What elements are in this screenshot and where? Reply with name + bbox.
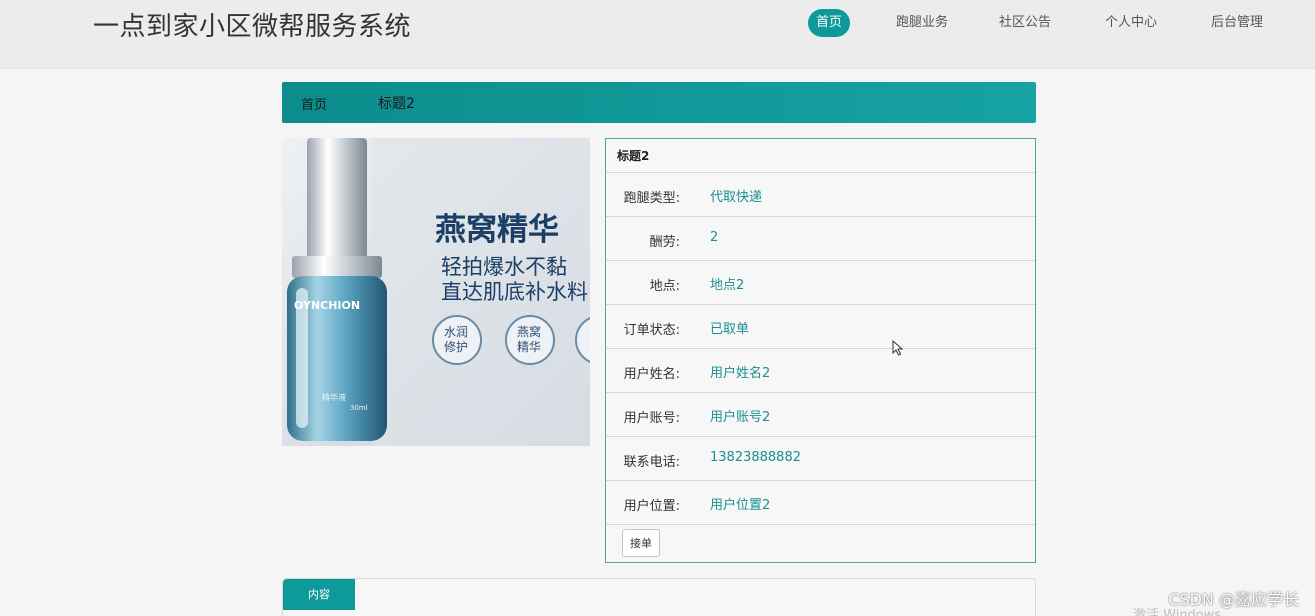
detail-row-order-status: 订单状态: 已取单 bbox=[606, 305, 1035, 349]
row-value: 用户姓名2 bbox=[710, 366, 771, 381]
serum-bottle-illustration: OYNCHION 精华液 30ml 燕窝精华 轻拍爆水不黏 直达肌底补水料 水润… bbox=[282, 138, 590, 446]
row-value: 用户账号2 bbox=[710, 410, 771, 425]
bottle-brand: OYNCHION bbox=[294, 299, 360, 312]
row-label: 联系电话: bbox=[623, 455, 680, 470]
accept-order-button[interactable]: 接单 bbox=[622, 529, 660, 557]
site-title: 一点到家小区微帮服务系统 bbox=[93, 12, 412, 42]
windows-activation-notice: 激活 Windows bbox=[1133, 608, 1222, 616]
row-label: 用户姓名: bbox=[623, 367, 680, 382]
mouse-cursor-icon bbox=[892, 340, 904, 356]
nav-item-personal-center[interactable]: 个人中心 bbox=[1105, 9, 1157, 37]
detail-row-user-location: 用户位置: 用户位置2 bbox=[606, 481, 1035, 525]
tab-content[interactable]: 内容 bbox=[283, 579, 355, 610]
row-label: 酬劳: bbox=[649, 235, 680, 250]
ad-line-2: 直达肌底补水料 bbox=[441, 280, 588, 304]
badge-1-line-1: 水润 bbox=[444, 325, 468, 339]
detail-row-errand-type: 跑腿类型: 代取快递 bbox=[606, 173, 1035, 217]
breadcrumb: 首页 标题2 bbox=[282, 82, 1036, 123]
row-value: 地点2 bbox=[710, 278, 745, 293]
badge-1-line-2: 修护 bbox=[444, 339, 468, 354]
row-label: 地点: bbox=[649, 279, 680, 294]
badge-2-line-1: 燕窝 bbox=[517, 324, 541, 339]
badge-2-line-2: 精华 bbox=[517, 340, 541, 354]
product-image: OYNCHION 精华液 30ml 燕窝精华 轻拍爆水不黏 直达肌底补水料 水润… bbox=[282, 138, 590, 446]
ad-line-1: 轻拍爆水不黏 bbox=[441, 255, 567, 279]
nav-item-home[interactable]: 首页 bbox=[807, 9, 850, 37]
row-value: 用户位置2 bbox=[710, 498, 771, 513]
row-label: 用户位置: bbox=[623, 499, 680, 514]
site-header: 一点到家小区微帮服务系统 首页 跑腿业务 社区公告 个人中心 后台管理 bbox=[0, 0, 1315, 69]
bottle-label: 精华液 bbox=[322, 392, 346, 402]
detail-row-phone: 联系电话: 13823888882 bbox=[606, 437, 1035, 481]
row-value: 13823888882 bbox=[710, 450, 801, 465]
order-detail-panel: 标题2 跑腿类型: 代取快递 酬劳: 2 地点: 地点2 订单状态: 已取单 用… bbox=[605, 138, 1036, 563]
nav-item-announcements[interactable]: 社区公告 bbox=[999, 9, 1051, 37]
row-label: 订单状态: bbox=[623, 323, 680, 338]
nav-item-errands[interactable]: 跑腿业务 bbox=[896, 9, 948, 37]
nav-item-admin[interactable]: 后台管理 bbox=[1211, 9, 1263, 37]
row-value: 已取单 bbox=[710, 322, 750, 337]
bottle-volume: 30ml bbox=[350, 404, 368, 412]
content-panel: 内容 bbox=[282, 578, 1036, 616]
detail-row-location: 地点: 地点2 bbox=[606, 261, 1035, 305]
row-value: 代取快递 bbox=[710, 190, 763, 205]
detail-row-user-account: 用户账号: 用户账号2 bbox=[606, 393, 1035, 437]
row-label: 用户账号: bbox=[623, 411, 680, 426]
row-value: 2 bbox=[710, 230, 719, 245]
row-label: 跑腿类型: bbox=[623, 191, 680, 206]
ad-headline: 燕窝精华 bbox=[435, 212, 559, 248]
breadcrumb-current: 标题2 bbox=[378, 96, 415, 112]
detail-row-reward: 酬劳: 2 bbox=[606, 217, 1035, 261]
detail-row-user-name: 用户姓名: 用户姓名2 bbox=[606, 349, 1035, 393]
detail-title: 标题2 bbox=[606, 139, 1035, 173]
breadcrumb-home[interactable]: 首页 bbox=[301, 94, 327, 113]
